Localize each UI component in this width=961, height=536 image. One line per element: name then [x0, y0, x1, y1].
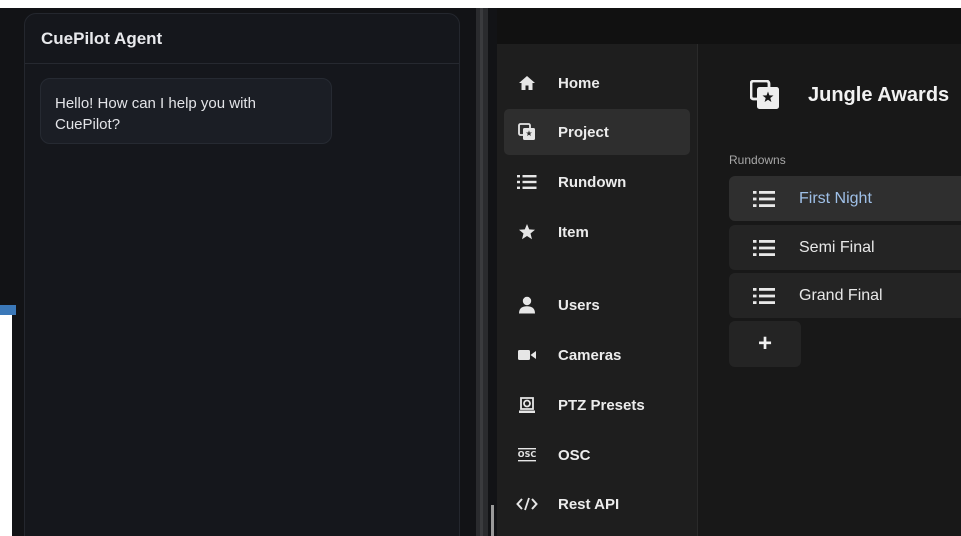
sidebar-item-label: Item — [558, 223, 589, 241]
star-icon — [504, 223, 550, 241]
user-icon — [504, 296, 550, 314]
sidebar-item-label: Users — [558, 296, 600, 314]
scrollbar-thumb[interactable] — [491, 505, 494, 536]
background-strip — [0, 306, 12, 536]
camera-icon — [504, 349, 550, 361]
sidebar-item-rest-api[interactable]: Rest API — [504, 481, 690, 527]
list-icon — [729, 287, 799, 305]
list-icon — [729, 190, 799, 208]
project-icon — [749, 79, 780, 110]
screen: CuePilot Agent Hello! How can I help you… — [0, 0, 961, 536]
app-topbar — [497, 8, 961, 44]
code-icon — [504, 497, 550, 511]
rundown-item-semi-final[interactable]: Semi Final — [729, 225, 961, 270]
sidebar-item-label: Project — [558, 123, 609, 141]
sidebar: Home Project Rundown Item Users Cameras … — [497, 44, 698, 536]
sidebar-item-project[interactable]: Project — [504, 109, 690, 155]
sidebar-item-home[interactable]: Home — [504, 60, 690, 106]
splitter-line — [480, 8, 483, 536]
sidebar-item-label: Rest API — [558, 495, 620, 513]
sidebar-item-label: PTZ Presets — [558, 396, 645, 414]
ptz-icon — [504, 396, 550, 414]
agent-panel: CuePilot Agent Hello! How can I help you… — [24, 13, 460, 536]
section-label: Rundowns — [729, 153, 786, 167]
sidebar-item-osc[interactable]: OSC OSC — [504, 432, 690, 478]
sidebar-item-cameras[interactable]: Cameras — [504, 332, 690, 378]
osc-icon: OSC — [504, 447, 550, 463]
sidebar-item-item[interactable]: Item — [504, 209, 690, 255]
page-title: Jungle Awards — [808, 84, 950, 106]
sidebar-item-label: Home — [558, 74, 600, 92]
agent-header: CuePilot Agent — [25, 14, 459, 64]
sidebar-item-ptz-presets[interactable]: PTZ Presets — [504, 382, 690, 428]
svg-text:OSC: OSC — [518, 450, 537, 459]
sidebar-item-label: Rundown — [558, 173, 627, 191]
rundown-item-grand-final[interactable]: Grand Final — [729, 273, 961, 318]
agent-title: CuePilot Agent — [41, 28, 163, 48]
sidebar-item-users[interactable]: Users — [504, 282, 690, 328]
add-rundown-button[interactable]: + — [729, 321, 801, 367]
rundown-label: First Night — [799, 189, 872, 207]
background-accent — [0, 305, 16, 315]
project-icon — [504, 123, 550, 141]
app-window: Home Project Rundown Item Users Cameras … — [497, 8, 961, 536]
list-icon — [729, 239, 799, 257]
rundown-label: Semi Final — [799, 238, 875, 256]
sidebar-item-rundown[interactable]: Rundown — [504, 159, 690, 205]
background-strip — [0, 0, 961, 8]
sidebar-item-label: OSC — [558, 446, 591, 464]
rundown-label: Grand Final — [799, 286, 883, 304]
sidebar-item-label: Cameras — [558, 346, 622, 364]
home-icon — [504, 75, 550, 91]
rundown-item-first-night[interactable]: First Night — [729, 176, 961, 221]
project-main: Jungle Awards Rundowns First Night Semi … — [698, 44, 961, 536]
assistant-message: Hello! How can I help you with CuePilot? — [40, 78, 332, 144]
list-icon — [504, 174, 550, 190]
